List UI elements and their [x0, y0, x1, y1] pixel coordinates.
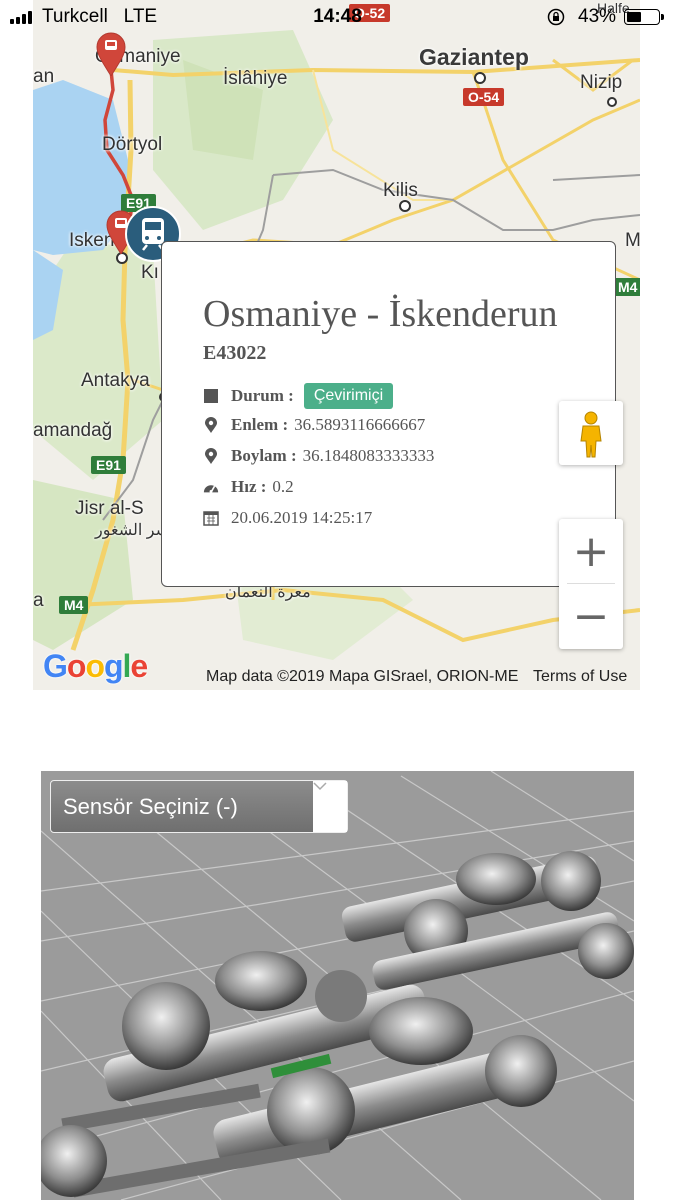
battery-percent: 43% [578, 6, 617, 27]
map-attribution: Map data ©2019 Mapa GISrael, ORION-ME [206, 668, 519, 685]
road-shield-m4-right: M4 [613, 278, 640, 296]
latitude-row: Enlem : 36.5893116666667 [203, 415, 425, 435]
road-shield-e91-bottom: E91 [91, 456, 126, 474]
square-icon [203, 387, 219, 405]
speedometer-icon [203, 478, 219, 496]
battery-icon [624, 9, 664, 25]
zoom-in-button[interactable]: + [559, 519, 623, 584]
speed-label: Hız : [231, 477, 267, 496]
map-label-jisr: Jisr al-S [75, 498, 144, 519]
longitude-value: 36.1848083333333 [302, 446, 435, 465]
map-label-kr: Kı [141, 262, 159, 283]
map-label-kilis: Kilis [383, 180, 418, 201]
map-label-dortyol: Dörtyol [102, 134, 163, 155]
road-shield-m4-left: M4 [59, 596, 89, 614]
sensor-select-label: Sensör Seçiniz (-) [63, 793, 238, 819]
datetime-value: 20.06.2019 14:25:17 [231, 508, 373, 527]
status-badge: Çevirimiçi [303, 383, 394, 409]
map-marker-icon [203, 416, 219, 434]
route-title: Osmaniye - İskenderun [203, 293, 558, 335]
calendar-icon [203, 509, 219, 527]
map-label-an: an [33, 66, 55, 87]
map-marker-icon [203, 447, 219, 465]
map-label-antakya: Antakya [81, 370, 150, 391]
speed-value: 0.2 [272, 477, 294, 496]
clock: 14:48 [313, 6, 362, 27]
chevron-down-icon [313, 781, 347, 832]
zoom-out-button[interactable]: − [559, 584, 623, 649]
terms-of-use-link[interactable]: Terms of Use [533, 668, 627, 686]
status-label: Durum : [231, 386, 294, 405]
latitude-label: Enlem : [231, 415, 289, 434]
speed-row: Hız : 0.2 [203, 477, 294, 497]
map-label-nizip: Nizip [580, 72, 623, 93]
map-label-gaziantep: Gaziantep [419, 44, 529, 70]
longitude-label: Boylam : [231, 446, 297, 465]
vehicle-code: E43022 [203, 342, 267, 364]
status-bar: Turkcell LTE 14:48 43% [0, 0, 675, 34]
google-logo: Google [43, 648, 148, 684]
status-row: Durum : Çevirimiçi [203, 383, 394, 409]
road-shield-o54: O-54 [463, 88, 505, 106]
longitude-row: Boylam : 36.1848083333333 [203, 446, 434, 466]
map-label-islahiye: İslâhiye [223, 68, 288, 89]
rotation-lock-icon [547, 8, 565, 26]
street-view-pegman-button[interactable] [559, 401, 623, 465]
bogie-3d-viewer[interactable]: Sensör Seçiniz (-) [41, 771, 634, 1200]
latitude-value: 36.5893116666667 [294, 415, 426, 434]
map-label-a: a [33, 590, 44, 611]
datetime-row: 20.06.2019 14:25:17 [203, 508, 372, 528]
sensor-select-dropdown[interactable]: Sensör Seçiniz (-) [50, 780, 348, 833]
pegman-icon [580, 411, 602, 458]
map-label-m: M [625, 230, 640, 251]
zoom-controls: + − [559, 519, 623, 649]
start-station-pin-icon[interactable] [95, 32, 127, 76]
map-label-samandag: amandağ [33, 420, 113, 441]
bogie-3d-model [41, 771, 634, 1200]
vehicle-info-window: Osmaniye - İskenderun E43022 Durum : Çev… [161, 241, 616, 587]
